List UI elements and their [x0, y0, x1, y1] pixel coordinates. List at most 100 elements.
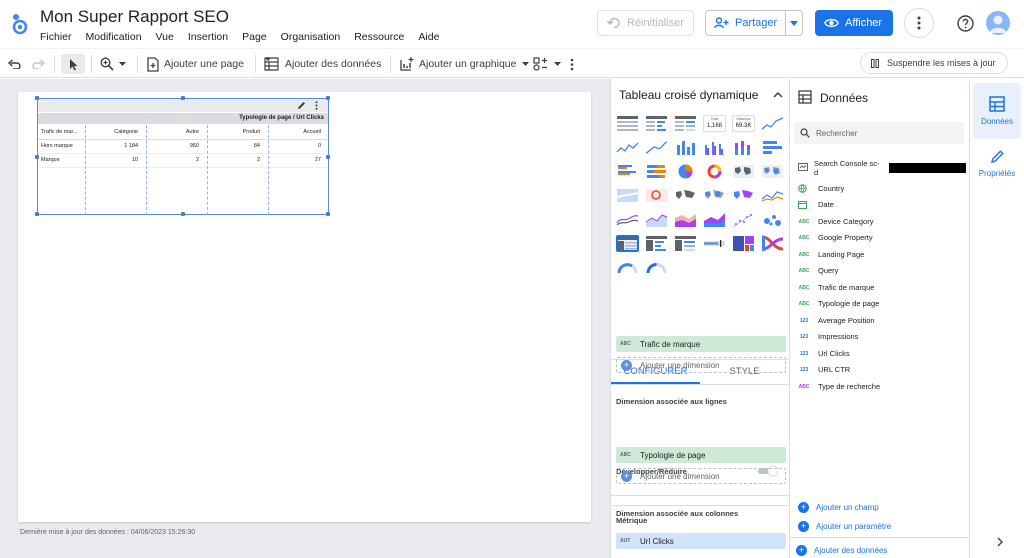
chart-type-scorecard-compact-icon[interactable]: Sessions 69.3K: [732, 115, 755, 132]
add-control-icon[interactable]: [533, 54, 561, 74]
menu-edit[interactable]: Modification: [86, 31, 142, 43]
resize-handle[interactable]: [181, 96, 185, 100]
zoom-icon[interactable]: [100, 54, 126, 74]
share-button[interactable]: Partager: [705, 10, 803, 36]
resize-handle[interactable]: [326, 212, 330, 216]
chevron-right-icon[interactable]: [997, 537, 1003, 547]
resize-handle[interactable]: [326, 155, 330, 159]
more-options-icon[interactable]: [904, 8, 934, 38]
share-dropdown-icon[interactable]: [786, 11, 802, 35]
redo-icon[interactable]: [32, 54, 45, 74]
rail-properties-tab[interactable]: Propriétés: [973, 141, 1021, 185]
add-column-dimension-button[interactable]: + Ajouter une dimension: [616, 468, 786, 484]
chart-type-stacked-bar-icon[interactable]: [645, 163, 668, 180]
menu-file[interactable]: Fichier: [40, 31, 72, 43]
field-item[interactable]: ABC Query: [798, 266, 839, 275]
chart-type-table-bars-icon[interactable]: [645, 115, 668, 132]
chart-type-smoothed-line-icon[interactable]: [645, 139, 668, 156]
add-chart-button[interactable]: Ajouter un graphique: [400, 54, 529, 74]
menu-help[interactable]: Aide: [418, 31, 439, 43]
chart-type-bullet-icon[interactable]: [703, 235, 726, 252]
rail-data-tab[interactable]: Données: [973, 83, 1021, 139]
chart-type-column-icon[interactable]: [674, 139, 697, 156]
chart-type-pivot-table-icon[interactable]: [616, 235, 639, 252]
pivot-table[interactable]: Typologie de page / Url Clicks Trafic de…: [35, 96, 330, 216]
chart-type-grouped-column-icon[interactable]: [703, 139, 726, 156]
chart-type-sparkline-icon[interactable]: [616, 139, 639, 156]
chart-type-world-map-icon[interactable]: [674, 187, 697, 204]
chart-menu-icon[interactable]: [315, 101, 318, 110]
chart-type-treemap-icon[interactable]: [732, 235, 755, 252]
menu-insert[interactable]: Insertion: [188, 31, 228, 43]
chart-type-google-maps-icon[interactable]: [616, 187, 639, 204]
chart-type-filled-map-icon[interactable]: [645, 187, 668, 204]
view-button[interactable]: Afficher: [815, 10, 893, 36]
field-item[interactable]: 123 URL CTR: [798, 365, 850, 374]
metric-chip[interactable]: AUT Url Clicks: [616, 533, 786, 549]
add-field-button[interactable]: + Ajouter un champ: [798, 502, 879, 513]
chart-type-line-dual-icon[interactable]: [761, 187, 784, 204]
chart-type-gauge-icon[interactable]: [616, 259, 639, 276]
field-item[interactable]: ABC Type de recherche: [798, 382, 881, 391]
chart-type-donut-icon[interactable]: [703, 163, 726, 180]
field-item[interactable]: ABC Device Category: [798, 217, 874, 226]
field-item[interactable]: 123 Average Position: [798, 316, 875, 325]
data-source-row[interactable]: Search Console sc-d: [798, 159, 966, 177]
chart-type-pie-icon[interactable]: [674, 163, 697, 180]
menu-resource[interactable]: Ressource: [354, 31, 404, 43]
chart-type-sankey-icon[interactable]: [761, 235, 784, 252]
add-row-dimension-button[interactable]: + Ajouter une dimension: [616, 357, 786, 373]
field-item[interactable]: ABC Google Property: [798, 233, 873, 242]
add-parameter-button[interactable]: + Ajouter un paramètre: [798, 521, 891, 532]
chart-type-bar-icon[interactable]: [761, 139, 784, 156]
resize-handle[interactable]: [35, 96, 39, 100]
edit-pencil-icon[interactable]: [297, 101, 306, 110]
select-pointer-icon[interactable]: [61, 54, 85, 74]
field-item[interactable]: 123 Impressions: [798, 332, 859, 341]
chart-type-bubble-icon[interactable]: [761, 211, 784, 228]
chart-type-geo-map-icon[interactable]: [732, 163, 755, 180]
share-main[interactable]: Partager: [706, 11, 787, 35]
chart-type-percent-area-icon[interactable]: [703, 211, 726, 228]
field-item[interactable]: Date: [798, 200, 834, 209]
chart-type-line-smooth-dual-icon[interactable]: [616, 211, 639, 228]
chevron-up-icon[interactable]: [771, 88, 785, 102]
resize-handle[interactable]: [326, 96, 330, 100]
resize-handle[interactable]: [181, 212, 185, 216]
chart-type-grouped-bar-icon[interactable]: [616, 163, 639, 180]
help-icon[interactable]: [955, 13, 975, 33]
add-data-button[interactable]: Ajouter des données: [264, 54, 381, 74]
chart-type-area-icon[interactable]: [645, 211, 668, 228]
chart-type-pivot-heatmap-icon[interactable]: [674, 235, 697, 252]
field-item[interactable]: Country: [798, 184, 844, 193]
chart-type-pivot-bars-icon[interactable]: [645, 235, 668, 252]
chart-type-stacked-column-icon[interactable]: [732, 139, 755, 156]
field-search-input[interactable]: Rechercher: [794, 122, 964, 144]
row-dimension-chip[interactable]: ABC Trafic de marque: [616, 336, 786, 352]
chart-type-geo-bubble-icon[interactable]: [761, 163, 784, 180]
field-item[interactable]: ABC Trafic de marque: [798, 283, 875, 292]
menu-page[interactable]: Page: [242, 31, 267, 43]
chart-type-scatter-icon[interactable]: [732, 211, 755, 228]
reset-button[interactable]: Réinitialiser: [597, 10, 694, 36]
add-page-button[interactable]: Ajouter une page: [147, 54, 244, 74]
looker-studio-logo-icon[interactable]: [8, 12, 32, 36]
chart-type-world-bubble-icon[interactable]: [703, 187, 726, 204]
menu-arrange[interactable]: Organisation: [281, 31, 341, 43]
user-avatar[interactable]: [986, 11, 1010, 35]
menu-view[interactable]: Vue: [156, 31, 174, 43]
resize-handle[interactable]: [35, 212, 39, 216]
chart-type-timeseries-icon[interactable]: [761, 115, 784, 132]
undo-icon[interactable]: [8, 54, 21, 74]
toolbar-more-icon[interactable]: [570, 54, 574, 74]
column-dimension-chip[interactable]: ABC Typologie de page: [616, 447, 786, 463]
field-item[interactable]: 123 Url Clicks: [798, 349, 850, 358]
chart-type-world-heat-icon[interactable]: [732, 187, 755, 204]
chart-type-table-heatmap-icon[interactable]: [674, 115, 697, 132]
add-data-link[interactable]: + Ajouter des données: [796, 545, 887, 556]
resize-handle[interactable]: [35, 155, 39, 159]
chart-type-gauge-ranges-icon[interactable]: [645, 259, 668, 276]
chart-type-stacked-area-icon[interactable]: [674, 211, 697, 228]
chart-type-scorecard-icon[interactable]: Total 1,168: [703, 115, 726, 132]
field-item[interactable]: ABC Landing Page: [798, 250, 865, 259]
